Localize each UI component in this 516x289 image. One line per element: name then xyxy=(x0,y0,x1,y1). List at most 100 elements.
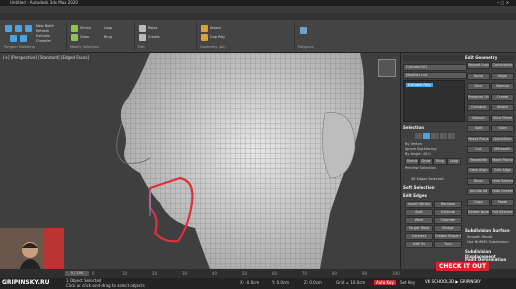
ribbon-new-build[interactable]: New Build xyxy=(36,24,54,28)
edit-geometry-button[interactable]: Face xyxy=(467,83,490,90)
ribbon-relax[interactable]: Relax xyxy=(148,26,158,30)
edit-edges-button[interactable]: Chamfer xyxy=(434,217,462,224)
opt-use-nurms[interactable]: Use NURMS Subdivision xyxy=(467,240,509,244)
edit-edges-button[interactable]: Split xyxy=(405,209,433,216)
edit-geometry-button[interactable]: Tessellate xyxy=(467,156,490,164)
edit-geometry-button[interactable]: Split xyxy=(467,125,490,132)
ribbon-retreat[interactable]: Retreat xyxy=(36,29,49,33)
ribbon-ring[interactable]: Ring xyxy=(104,35,112,39)
btn-loop[interactable]: Loop xyxy=(447,158,461,165)
ribbon-grow[interactable]: Grow xyxy=(80,35,89,39)
edit-geometry-button[interactable]: View Align xyxy=(467,167,490,174)
ribbon-cap-poly[interactable]: Cap Poly xyxy=(210,35,225,39)
polygon-icon[interactable] xyxy=(10,35,17,42)
edit-geometry-button[interactable]: Hide Selected xyxy=(491,177,514,185)
timeline-tick: 0 xyxy=(92,271,95,276)
subdivision-rollout-title[interactable]: Subdivision Surface xyxy=(465,228,510,233)
edit-geometry-button[interactable]: MSmooth xyxy=(491,146,514,153)
viewcube-icon[interactable] xyxy=(378,59,396,77)
element-icon[interactable] xyxy=(20,35,27,42)
edit-geometry-button[interactable]: Copy xyxy=(467,198,490,206)
auto-key-button[interactable]: Auto Key xyxy=(374,280,396,285)
edit-edges-button[interactable]: Turn xyxy=(434,241,462,248)
btn-ring[interactable]: Ring xyxy=(433,158,447,165)
btn-grow[interactable]: Grow xyxy=(419,158,433,165)
modifier-stack[interactable]: Editable Poly xyxy=(403,80,465,122)
edit-geometry-button[interactable]: Cut xyxy=(467,146,490,153)
time-slider[interactable]: 0 / 100 xyxy=(64,270,90,277)
selection-rollout-title[interactable]: Selection xyxy=(403,125,424,130)
relax-icon[interactable] xyxy=(139,25,146,32)
ribbon-chamfer[interactable]: Chamfer xyxy=(36,39,51,43)
edit-geometry-button[interactable]: Unhide All xyxy=(467,188,490,195)
cap-poly-icon[interactable] xyxy=(201,34,208,41)
edit-edges-button[interactable]: Bridge xyxy=(434,225,462,232)
group-label-modify-selection: Modify Selection xyxy=(70,45,99,49)
edit-geometry-button[interactable]: Delete Isolated Vertices xyxy=(467,209,490,216)
btn-shrink[interactable]: Shrink xyxy=(405,158,419,165)
edit-geometry-button[interactable]: Grid Align xyxy=(491,167,514,174)
coord-z[interactable]: Z: 0.0cm xyxy=(304,280,322,285)
edit-geometry-button[interactable]: QuickSlice xyxy=(491,135,514,143)
edit-geometry-button[interactable]: Slice Plane xyxy=(491,114,514,122)
edit-geometry-button[interactable]: Reset Plane xyxy=(467,135,490,143)
set-key-button[interactable]: Set Key xyxy=(400,280,415,285)
opt-smooth-result[interactable]: Smooth Result xyxy=(467,235,492,239)
viewport-label[interactable]: [+] [Perspective] [Standard] [Edged Face… xyxy=(3,55,89,60)
grow-icon[interactable] xyxy=(71,34,78,41)
ribbon-extrude[interactable]: Extrude xyxy=(36,34,50,38)
edge-icon[interactable] xyxy=(15,25,22,32)
coord-y[interactable]: Y: 0.0cm xyxy=(272,280,289,285)
vertex-icon[interactable] xyxy=(5,25,12,32)
edit-geometry-button[interactable]: Normal xyxy=(491,83,514,90)
object-name-field[interactable]: Cylinder001 xyxy=(403,64,467,71)
edit-edges-button[interactable]: Edit Tri xyxy=(405,241,433,248)
edit-geometry-button[interactable]: Create xyxy=(491,93,514,101)
edit-edges-button[interactable]: Extrude xyxy=(434,209,462,216)
ribbon-shrink[interactable]: Shrink xyxy=(80,26,91,30)
edit-edges-button[interactable]: Insert Vertex xyxy=(405,201,433,208)
edit-geometry-button[interactable]: Repeat Last xyxy=(467,62,490,69)
coord-x[interactable]: X: -0.0cm xyxy=(240,280,259,285)
create-icon[interactable] xyxy=(139,34,146,41)
edit-geometry-button[interactable]: Detach xyxy=(467,114,490,122)
ribbon-tabs: ModelingFreeformSelectionObject PaintPop… xyxy=(0,13,516,30)
attach-icon[interactable] xyxy=(201,25,208,32)
edit-geometry-button[interactable]: Collapse xyxy=(467,104,490,111)
edit-geometry-button[interactable]: Full Interactivity xyxy=(491,209,514,216)
cmd-tabs[interactable] xyxy=(403,55,515,61)
timeline-tick: 60 xyxy=(272,271,278,276)
modifier-list-dropdown[interactable]: Modifier List xyxy=(403,72,467,79)
edit-geometry-button[interactable]: Relax xyxy=(467,177,490,185)
edit-edges-rollout-title[interactable]: Edit Edges xyxy=(403,193,427,198)
border-icon[interactable] xyxy=(25,25,32,32)
opt-by-angle[interactable]: By Angle: 45.0 xyxy=(405,152,431,156)
subobject-buttons[interactable] xyxy=(415,133,456,139)
edit-geometry-button[interactable]: Slice xyxy=(491,125,514,132)
edit-geometry-button[interactable]: None xyxy=(467,72,490,80)
edit-edges-button[interactable]: Create Shape From Selection xyxy=(434,233,462,240)
group-label-geometry: Geometry (All) xyxy=(200,45,226,49)
edit-edges-button[interactable]: Remove xyxy=(434,201,462,208)
ribbon-loop[interactable]: Loop xyxy=(104,26,112,30)
edit-geometry-rollout-title[interactable]: Edit Geometry xyxy=(465,55,497,60)
window-controls[interactable]: ─ ▢ ✕ xyxy=(497,0,509,5)
edit-geometry-button[interactable]: Make Planar xyxy=(491,156,514,164)
shrink-icon[interactable] xyxy=(71,25,78,32)
opt-by-vertex[interactable]: By Vertex xyxy=(405,142,422,146)
edit-geometry-button[interactable]: Constraints xyxy=(491,62,514,69)
polygons-icon[interactable] xyxy=(300,27,307,34)
edit-geometry-button[interactable]: Preserve UVs xyxy=(467,93,490,101)
edit-geometry-button[interactable]: Hide Unselected xyxy=(491,188,514,195)
edit-geometry-button[interactable]: Paste xyxy=(491,198,514,206)
soft-selection-rollout[interactable]: Soft Selection xyxy=(403,185,435,190)
stack-editable-poly[interactable]: Editable Poly xyxy=(406,83,433,87)
edit-geometry-button[interactable]: Attach xyxy=(491,104,514,111)
edit-edges-button[interactable]: Connect xyxy=(405,233,433,240)
opt-ignore-backfacing[interactable]: Ignore Backfacing xyxy=(405,147,436,151)
edit-edges-button[interactable]: Target Weld xyxy=(405,225,433,232)
edit-edges-button[interactable]: Weld xyxy=(405,217,433,224)
edit-geometry-button[interactable]: Edge xyxy=(491,72,514,80)
ribbon-attach[interactable]: Attach xyxy=(210,26,221,30)
ribbon-create[interactable]: Create xyxy=(148,35,160,39)
